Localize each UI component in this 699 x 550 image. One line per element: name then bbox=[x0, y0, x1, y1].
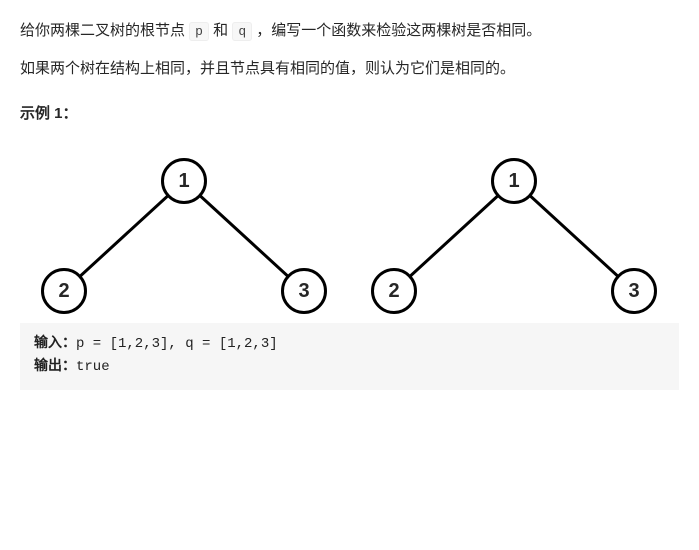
text: ，编写一个函数来检验这两棵树是否相同。 bbox=[252, 22, 541, 39]
tree-node-root: 1 bbox=[161, 158, 207, 204]
tree-left: 1 2 3 bbox=[24, 141, 344, 321]
example-heading: 示例 1： bbox=[20, 101, 679, 127]
tree-node-left: 2 bbox=[41, 268, 87, 314]
output-line: 输出：true bbox=[34, 356, 665, 380]
text: 和 bbox=[209, 22, 232, 39]
example-diagram: 1 2 3 1 2 3 bbox=[20, 141, 679, 321]
tree-node-left: 2 bbox=[371, 268, 417, 314]
example-io-block: 输入：p = [1,2,3], q = [1,2,3] 输出：true bbox=[20, 323, 679, 391]
problem-description: 给你两棵二叉树的根节点 p 和 q ，编写一个函数来检验这两棵树是否相同。 如果… bbox=[20, 18, 679, 81]
inline-code-q: q bbox=[232, 22, 252, 41]
input-line: 输入：p = [1,2,3], q = [1,2,3] bbox=[34, 333, 665, 357]
text: 给你两棵二叉树的根节点 bbox=[20, 22, 189, 39]
output-value: true bbox=[76, 359, 110, 375]
output-label: 输出： bbox=[34, 359, 76, 375]
tree-node-root: 1 bbox=[491, 158, 537, 204]
inline-code-p: p bbox=[189, 22, 209, 41]
description-paragraph-1: 给你两棵二叉树的根节点 p 和 q ，编写一个函数来检验这两棵树是否相同。 bbox=[20, 18, 679, 44]
input-label: 输入： bbox=[34, 336, 76, 352]
tree-node-right: 3 bbox=[281, 268, 327, 314]
tree-right: 1 2 3 bbox=[354, 141, 674, 321]
tree-node-right: 3 bbox=[611, 268, 657, 314]
description-paragraph-2: 如果两个树在结构上相同，并且节点具有相同的值，则认为它们是相同的。 bbox=[20, 56, 679, 82]
input-value: p = [1,2,3], q = [1,2,3] bbox=[76, 336, 278, 352]
